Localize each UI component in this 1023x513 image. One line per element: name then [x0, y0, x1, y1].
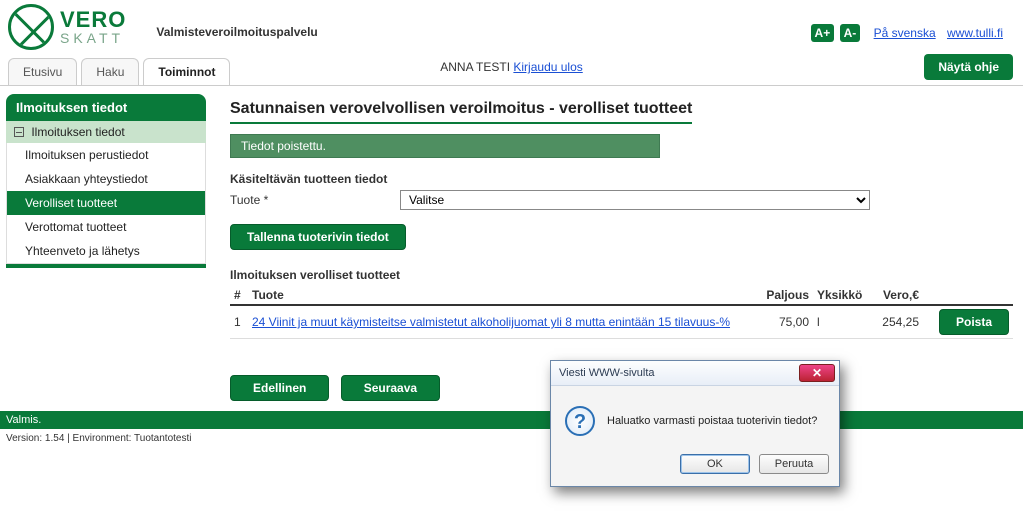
service-title: Valmisteveroilmoituspalvelu [156, 25, 317, 39]
product-link[interactable]: 24 Viinit ja muut käymisteitse valmistet… [252, 315, 730, 329]
products-table: # Tuote Paljous Yksikkö Vero,€ 1 24 Viin… [230, 286, 1013, 339]
col-yksikko: Yksikkö [813, 286, 868, 305]
font-decrease-button[interactable]: A- [840, 24, 861, 42]
brand-line2: SKATT [60, 31, 126, 45]
save-row-button[interactable]: Tallenna tuoterivin tiedot [230, 224, 406, 250]
next-button[interactable]: Seuraava [341, 375, 440, 401]
confirm-dialog: Viesti WWW-sivulta ✕ ? Haluatko varmasti… [550, 360, 840, 487]
logo: VERO SKATT [8, 4, 126, 50]
tulli-link[interactable]: www.tulli.fi [947, 26, 1003, 40]
user-name: ANNA TESTI [440, 60, 510, 74]
sidebar-item-verolliset[interactable]: Verolliset tuotteet [7, 191, 205, 215]
col-tuote: Tuote [248, 286, 753, 305]
cell-num: 1 [230, 305, 248, 339]
col-paljous: Paljous [753, 286, 813, 305]
sidebar-heading: Ilmoituksen tiedot [6, 94, 206, 121]
sidebar-group[interactable]: Ilmoituksen tiedot [6, 121, 206, 143]
prev-button[interactable]: Edellinen [230, 375, 329, 401]
dialog-title-bar: Viesti WWW-sivulta ✕ [551, 361, 839, 386]
section-taxable-products: Ilmoituksen verolliset tuotteet [230, 268, 1013, 282]
sidebar-item-verottomat[interactable]: Verottomat tuotteet [7, 215, 205, 239]
page-title: Satunnaisen verovelvollisen veroilmoitus… [230, 100, 692, 124]
cell-paljous: 75,00 [753, 305, 813, 339]
cell-vero: 254,25 [868, 305, 923, 339]
dialog-cancel-button[interactable]: Peruuta [759, 454, 829, 474]
sidebar-item-yhteenveto[interactable]: Yhteenveto ja lähetys [7, 239, 205, 263]
col-actions [923, 286, 1013, 305]
tab-etusivu[interactable]: Etusivu [8, 58, 77, 85]
question-icon: ? [565, 406, 595, 436]
tab-toiminnot[interactable]: Toiminnot [143, 58, 230, 85]
table-row: 1 24 Viinit ja muut käymisteitse valmist… [230, 305, 1013, 339]
logout-link[interactable]: Kirjaudu ulos [513, 60, 582, 74]
logo-mark-icon [8, 4, 54, 50]
delete-row-button[interactable]: Poista [939, 309, 1009, 335]
brand-line1: VERO [60, 9, 126, 31]
tab-haku[interactable]: Haku [81, 58, 139, 85]
sidebar-item-yhteystiedot[interactable]: Asiakkaan yhteystiedot [7, 167, 205, 191]
sidebar-item-perustiedot[interactable]: Ilmoituksen perustiedot [7, 143, 205, 167]
font-increase-button[interactable]: A+ [811, 24, 835, 42]
product-label: Tuote * [230, 193, 400, 207]
lang-svenska-link[interactable]: På svenska [874, 26, 936, 40]
user-info: ANNA TESTI Kirjaudu ulos [440, 60, 583, 74]
status-bar: Valmis. [0, 411, 1023, 429]
cell-yksikko: l [813, 305, 868, 339]
info-message: Tiedot poistettu. [230, 134, 660, 158]
sidebar-group-label: Ilmoituksen tiedot [31, 125, 124, 139]
sidebar: Ilmoituksen tiedot Ilmoituksen tiedot Il… [6, 94, 206, 401]
collapse-icon[interactable] [14, 127, 24, 137]
col-num: # [230, 286, 248, 305]
main-tabs: Etusivu Haku Toiminnot ANNA TESTI Kirjau… [0, 56, 1023, 86]
dialog-close-button[interactable]: ✕ [799, 364, 835, 382]
dialog-ok-button[interactable]: OK [680, 454, 750, 474]
dialog-message: Haluatko varmasti poistaa tuoterivin tie… [607, 415, 825, 427]
section-product-details: Käsiteltävän tuotteen tiedot [230, 172, 1013, 186]
version-line: Version: 1.54 | Environment: Tuotantotes… [0, 429, 1023, 448]
help-button[interactable]: Näytä ohje [924, 54, 1013, 80]
dialog-title: Viesti WWW-sivulta [559, 367, 655, 379]
col-vero: Vero,€ [868, 286, 923, 305]
product-select[interactable]: Valitse [400, 190, 870, 210]
close-icon: ✕ [812, 366, 822, 380]
sidebar-bottom-bar [6, 264, 206, 268]
